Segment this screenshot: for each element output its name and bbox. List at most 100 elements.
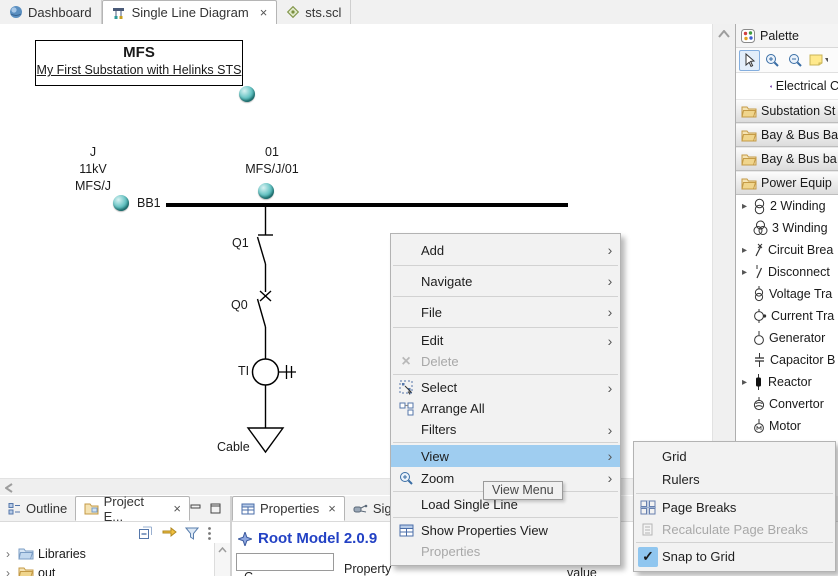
palette-item-convertor[interactable]: Convertor xyxy=(736,393,838,415)
menu-separator xyxy=(393,327,618,328)
expander-icon[interactable]: › xyxy=(6,547,14,561)
palette-item-2-winding[interactable]: ▸ 2 Winding xyxy=(736,195,838,217)
voltage-level-label[interactable]: J 11kV MFS/J xyxy=(58,144,128,195)
substation-title-box[interactable]: MFS My First Substation with Helinks STS xyxy=(35,40,243,86)
outline-icon xyxy=(8,502,21,515)
palette-item-3-winding[interactable]: 3 Winding xyxy=(736,217,838,239)
expander-icon[interactable]: ▸ xyxy=(740,377,749,388)
menu-item-navigate[interactable]: Navigate › xyxy=(391,268,620,294)
expander-icon[interactable]: ▸ xyxy=(740,201,749,212)
palette-item-generator[interactable]: Generator xyxy=(736,327,838,349)
project-explorer-toolbar xyxy=(0,522,230,544)
properties-filter-box[interactable] xyxy=(236,553,334,571)
palette-item-current-transformer[interactable]: Current Tra xyxy=(736,305,838,327)
tab-single-line-diagram-label: Single Line Diagram xyxy=(132,5,249,20)
tab-outline[interactable]: Outline xyxy=(0,496,75,521)
libraries-folder-icon xyxy=(18,547,34,560)
menu-item-view[interactable]: View › xyxy=(391,445,620,467)
tab-dashboard-label: Dashboard xyxy=(28,5,92,20)
tab-close-icon[interactable]: × xyxy=(260,6,268,19)
palette-item-motor[interactable]: Motor xyxy=(736,415,838,437)
palette-item-disconnector[interactable]: ▸ Disconnect xyxy=(736,261,838,283)
transformer-ti-label[interactable]: TI xyxy=(238,364,249,378)
outline-project-panel: Outline Project E... × › Libraries › xyxy=(0,496,232,576)
minimize-icon[interactable] xyxy=(190,503,202,514)
breaker-q0-label[interactable]: Q0 xyxy=(231,298,248,312)
properties-side-tab-fragment[interactable]: C xyxy=(244,570,253,576)
menu-item-show-properties-view[interactable]: Show Properties View xyxy=(391,520,620,541)
menu-item-file[interactable]: File › xyxy=(391,299,620,325)
select-tool-button[interactable] xyxy=(739,50,760,71)
tab-close-icon[interactable]: × xyxy=(328,501,336,516)
palette-category-power-equipment[interactable]: Power Equip xyxy=(736,171,838,195)
page-breaks-icon xyxy=(640,500,656,515)
tree-item-out[interactable]: › out xyxy=(0,563,230,576)
cable-label[interactable]: Cable xyxy=(217,440,250,454)
menu-item-edit[interactable]: Edit › xyxy=(391,330,620,351)
convertor-icon xyxy=(753,396,765,412)
project-folder-icon xyxy=(84,502,98,515)
zoom-in-icon xyxy=(765,53,780,68)
tab-project-explorer[interactable]: Project E... × xyxy=(75,496,190,521)
menu-item-arrange-all[interactable]: Arrange All xyxy=(391,398,620,419)
substation-description: My First Substation with Helinks STS xyxy=(36,63,242,77)
view-menu-dots-icon[interactable] xyxy=(207,526,212,541)
menu-separator xyxy=(636,493,833,494)
circuit-breaker-icon xyxy=(753,242,764,258)
busbar-label[interactable]: BB1 xyxy=(137,196,161,210)
palette-category-substation[interactable]: Substation St xyxy=(736,99,838,123)
disconnector-q1-label[interactable]: Q1 xyxy=(232,236,249,250)
scroll-up-icon[interactable] xyxy=(718,30,730,38)
reactor-icon xyxy=(753,374,764,390)
menu-item-add[interactable]: Add › xyxy=(391,237,620,263)
expander-icon[interactable]: › xyxy=(6,566,14,576)
folder-icon xyxy=(18,566,34,576)
menu-item-delete: × Delete xyxy=(391,351,620,372)
bay-label[interactable]: 01 MFS/J/01 xyxy=(228,144,316,178)
scroll-up-icon[interactable] xyxy=(218,547,227,553)
tab-dashboard[interactable]: Dashboard xyxy=(0,0,102,24)
expander-icon[interactable]: ▸ xyxy=(740,245,749,256)
menu-separator xyxy=(393,517,618,518)
menu-item-filters[interactable]: Filters › xyxy=(391,419,620,440)
tab-sts-scl[interactable]: sts.scl xyxy=(277,0,351,24)
canvas-vertical-scrollbar[interactable] xyxy=(712,24,735,478)
palette-item-electrical[interactable]: Electrical C xyxy=(736,73,838,99)
tree-item-libraries[interactable]: › Libraries xyxy=(0,544,230,563)
submenu-item-page-breaks[interactable]: Page Breaks xyxy=(634,496,835,518)
collapse-all-icon[interactable] xyxy=(138,526,153,540)
zoom-out-tool-button[interactable] xyxy=(785,50,806,71)
validation-marker-icon[interactable] xyxy=(113,195,129,211)
tab-properties[interactable]: Properties × xyxy=(232,496,345,521)
palette-category-bay-bus-1[interactable]: Bay & Bus Ba xyxy=(736,123,838,147)
properties-table-icon xyxy=(241,503,255,515)
note-tool-button[interactable] xyxy=(808,50,829,71)
menu-item-select[interactable]: Select › xyxy=(391,377,620,398)
palette-item-circuit-breaker[interactable]: ▸ Circuit Brea xyxy=(736,239,838,261)
palette-header[interactable]: Palette xyxy=(736,24,838,48)
property-column-header[interactable]: Property xyxy=(344,562,391,576)
zoom-in-tool-button[interactable] xyxy=(762,50,783,71)
tree-scrollbar[interactable] xyxy=(214,543,230,576)
generator-icon xyxy=(753,330,765,346)
submenu-item-rulers[interactable]: Rulers xyxy=(634,468,835,491)
link-editor-icon[interactable] xyxy=(161,526,177,540)
palette-item-voltage-transformer[interactable]: Voltage Tra xyxy=(736,283,838,305)
tab-single-line-diagram[interactable]: Single Line Diagram × xyxy=(102,0,278,25)
maximize-icon[interactable] xyxy=(210,503,222,514)
palette-item-capacitor[interactable]: Capacitor B xyxy=(736,349,838,371)
folder-icon xyxy=(741,129,757,142)
capacitor-icon xyxy=(753,352,766,368)
value-column-header[interactable]: value xyxy=(567,566,597,576)
scroll-left-icon[interactable] xyxy=(5,483,13,493)
palette-category-bay-bus-2[interactable]: Bay & Bus ba xyxy=(736,147,838,171)
filter-icon[interactable] xyxy=(185,526,199,540)
submenu-item-grid[interactable]: Grid xyxy=(634,445,835,468)
palette-item-reactor[interactable]: ▸ Reactor xyxy=(736,371,838,393)
3-winding-transformer-icon xyxy=(753,220,768,236)
submenu-item-snap-to-grid[interactable]: ✓ Snap to Grid xyxy=(634,545,835,568)
validation-marker-icon[interactable] xyxy=(258,183,274,199)
validation-marker-icon[interactable] xyxy=(239,86,255,102)
expander-icon[interactable]: ▸ xyxy=(740,267,749,278)
tab-close-icon[interactable]: × xyxy=(173,501,181,516)
